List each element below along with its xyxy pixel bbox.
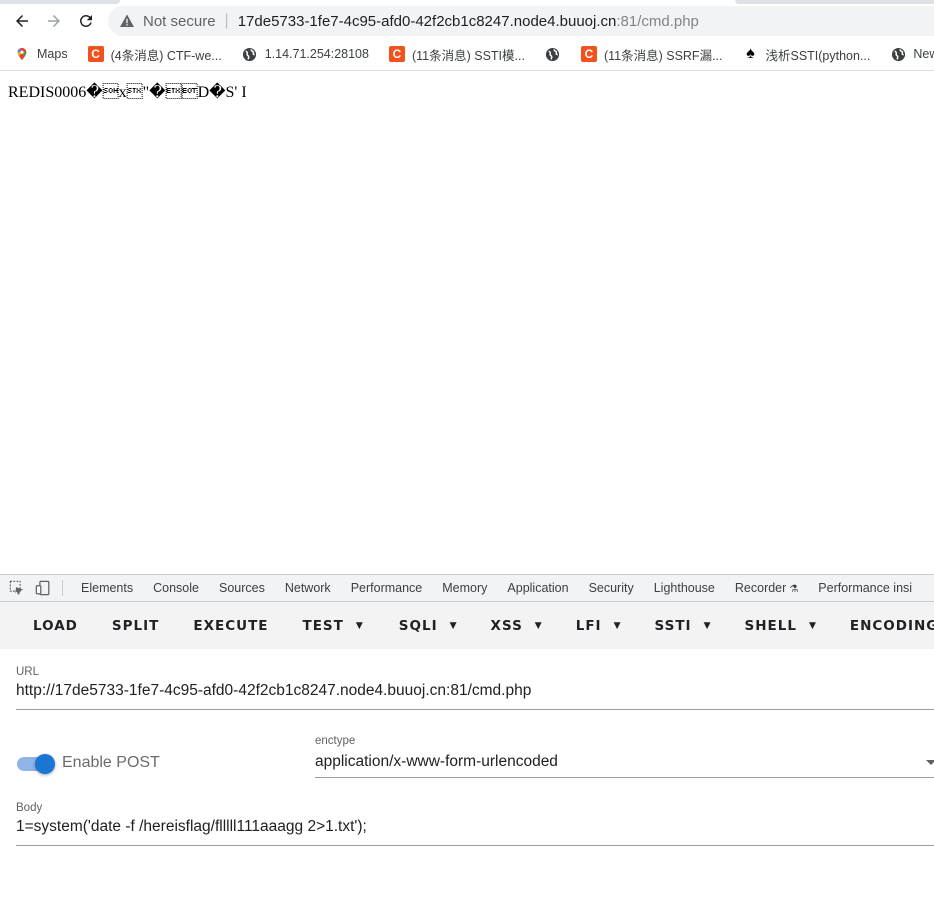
tab-recorder[interactable]: Recorder ⚗ — [725, 575, 808, 601]
url-path[interactable]: :81/cmd.php — [616, 13, 699, 30]
tab-recorder-label: Recorder — [734, 580, 787, 595]
reload-icon — [79, 14, 92, 27]
caret-down-icon: ▼ — [534, 620, 542, 631]
ssti-menu-button[interactable]: SSTI ▼ — [638, 602, 728, 649]
lfi-menu-button[interactable]: LFI ▼ — [559, 602, 638, 649]
load-label: LOAD — [33, 617, 78, 634]
address-bar[interactable]: Not secure | 17de5733-1fe7-4c95-afd0-42f… — [108, 6, 934, 36]
bookmark-csdn-ctf[interactable]: C (4条消息) CTF-we... — [76, 40, 230, 68]
url-field[interactable]: http://17de5733-1fe7-4c95-afd0-42f2cb1c8… — [16, 682, 531, 700]
bookmark-ssti-python[interactable]: ♠ 浅析SSTI(python... — [730, 40, 878, 68]
enctype-select[interactable]: application/x-www-form-urlencoded — [315, 753, 558, 771]
bookmark-label: (11条消息) SSRF漏... — [603, 48, 723, 63]
tab-elements[interactable]: Elements — [71, 575, 143, 601]
caret-down-icon: ▼ — [613, 620, 621, 631]
bookmark-maps[interactable]: Maps — [0, 40, 76, 68]
tab-network[interactable]: Network — [275, 575, 341, 601]
test-label: TEST — [302, 617, 344, 634]
devtools-panel: Elements Console Sources Network Perform… — [0, 574, 934, 914]
page-content: REDIS0006�x"�D�S' I — [0, 71, 934, 574]
csdn-icon: C — [580, 46, 597, 62]
tab-security[interactable]: Security — [579, 575, 644, 601]
back-button[interactable] — [8, 7, 36, 35]
devtools-tab-bar: Elements Console Sources Network Perform… — [0, 574, 934, 602]
execute-button[interactable]: EXECUTE — [176, 602, 285, 649]
body-field[interactable]: 1=system('date -f /hereisflag/flllll111a… — [16, 818, 367, 836]
ssti-label: SSTI — [654, 617, 692, 634]
tab-performance-insights[interactable]: Performance insi — [808, 575, 922, 601]
test-menu-button[interactable]: TEST ▼ — [286, 602, 380, 649]
body-field-label: Body — [16, 802, 43, 814]
url-host[interactable]: 17de5733-1fe7-4c95-afd0-42f2cb1c8247.nod… — [238, 13, 617, 30]
bookmark-csdn-ssti[interactable]: C (11条消息) SSTI模... — [377, 40, 533, 68]
warning-triangle-icon[interactable] — [119, 13, 135, 29]
enable-post-toggle[interactable] — [17, 754, 55, 774]
caret-down-icon: ▼ — [808, 620, 816, 631]
split-label: SPLIT — [111, 617, 160, 634]
body-field-underline — [16, 845, 934, 846]
bookmark-label: New Tab — [913, 47, 934, 61]
enctype-underline — [315, 777, 934, 778]
sqli-menu-button[interactable]: SQLI ▼ — [382, 602, 474, 649]
shell-label: SHELL — [744, 617, 797, 634]
bookmark-globe[interactable] — [533, 40, 569, 68]
bookmarks-bar: Maps C (4条消息) CTF-we... 1.14.71.254:2810… — [0, 40, 934, 68]
bookmark-label: (4条消息) CTF-we... — [110, 48, 222, 63]
tab-memory[interactable]: Memory — [432, 575, 497, 601]
tab-lighthouse[interactable]: Lighthouse — [644, 575, 725, 601]
tab-performance[interactable]: Performance — [341, 575, 433, 601]
bookmark-new-tab[interactable]: New Tab — [878, 40, 934, 68]
arrow-left-icon — [16, 15, 28, 27]
xss-menu-button[interactable]: XSS ▼ — [474, 602, 559, 649]
caret-down-icon: ▼ — [355, 620, 363, 631]
maps-pin-icon — [14, 46, 30, 62]
bookmark-label: (11条消息) SSTI模... — [411, 48, 525, 63]
sqli-label: SQLI — [398, 617, 438, 634]
shell-menu-button[interactable]: SHELL ▼ — [728, 602, 833, 649]
encoding-label: ENCODING — [849, 617, 934, 634]
split-button[interactable]: SPLIT — [95, 602, 176, 649]
encoding-menu-button[interactable]: ENCODING▼ — [833, 602, 934, 649]
globe-icon — [242, 46, 258, 62]
toggle-knob — [35, 754, 55, 774]
globe-icon — [890, 46, 906, 62]
load-button[interactable]: LOAD — [0, 602, 95, 649]
device-toolbar-icon[interactable] — [34, 579, 52, 597]
bookmark-csdn-ssrf[interactable]: C (11条消息) SSRF漏... — [569, 40, 731, 68]
bookmark-label: 1.14.71.254:28108 — [264, 47, 369, 61]
xss-label: XSS — [490, 617, 523, 634]
globe-icon — [545, 46, 561, 62]
inspect-element-icon[interactable] — [8, 579, 26, 597]
tab-application[interactable]: Application — [497, 575, 578, 601]
reload-button[interactable] — [72, 7, 100, 35]
caret-down-icon: ▼ — [703, 620, 711, 631]
caret-down-icon: ▼ — [449, 620, 457, 631]
execute-label: EXECUTE — [193, 617, 269, 634]
security-label[interactable]: Not secure — [143, 13, 216, 30]
chevron-down-icon[interactable] — [926, 760, 934, 765]
page-body-text: REDIS0006�x"�D�S' I — [8, 84, 247, 101]
lfi-label: LFI — [575, 617, 602, 634]
url-field-label: URL — [16, 666, 40, 678]
spade-icon: ♠ — [746, 45, 755, 62]
url-field-underline — [16, 709, 934, 710]
flask-icon: ⚗ — [789, 583, 799, 595]
bookmark-ip[interactable]: 1.14.71.254:28108 — [230, 40, 377, 68]
browser-toolbar: Not secure | 17de5733-1fe7-4c95-afd0-42f… — [0, 4, 934, 38]
forward-button[interactable] — [40, 7, 68, 35]
csdn-icon: C — [87, 46, 104, 62]
tab-sources[interactable]: Sources — [209, 575, 275, 601]
arrow-right-icon — [48, 15, 60, 27]
bookmark-label: 浅析SSTI(python... — [765, 48, 871, 63]
bookmark-label: Maps — [37, 47, 68, 61]
enctype-label: enctype — [315, 735, 356, 747]
hackbar-toolbar: LOAD SPLIT EXECUTE TEST ▼ SQLI ▼ XSS ▼ LFI ▼… — [0, 602, 934, 649]
tab-bar-divider — [62, 580, 63, 596]
csdn-icon: C — [388, 46, 405, 62]
address-separator: | — [224, 12, 229, 29]
tab-console[interactable]: Console — [143, 575, 209, 601]
enable-post-label[interactable]: Enable POST — [62, 754, 160, 772]
